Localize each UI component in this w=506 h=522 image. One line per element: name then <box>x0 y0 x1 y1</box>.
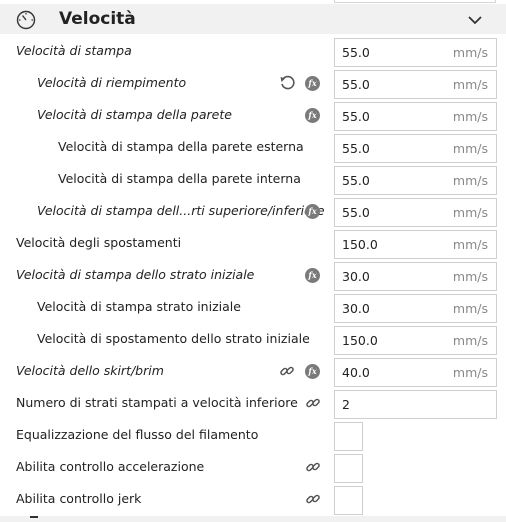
travel-speed-input[interactable]: 150.0 mm/s <box>334 230 497 259</box>
setting-label: Numero di strati stampati a velocità inf… <box>16 395 298 410</box>
setting-row-outer-wall-speed: Velocità di stampa della parete esterna … <box>0 131 506 163</box>
fx-icon[interactable]: fx <box>305 108 320 123</box>
section-header[interactable]: Velocità <box>0 4 506 34</box>
field-value: 2 <box>342 397 350 412</box>
next-section-header-edge <box>0 516 506 522</box>
wall-speed-input[interactable]: 55.0 mm/s <box>334 102 497 131</box>
field-unit: mm/s <box>452 173 488 188</box>
setting-label: Velocità degli spostamenti <box>16 235 182 250</box>
initial-layer-travel-speed-input[interactable]: 150.0 mm/s <box>334 326 497 355</box>
field-value: 55.0 <box>342 173 370 188</box>
setting-label: Abilita controllo accelerazione <box>16 459 205 474</box>
field-unit: mm/s <box>452 333 488 348</box>
field-unit: mm/s <box>452 365 488 380</box>
setting-row-print-speed: Velocità di stampa 55.0 mm/s <box>0 35 506 67</box>
fx-icon[interactable]: fx <box>305 204 320 219</box>
next-section-icon-edge <box>30 516 38 518</box>
fx-icon[interactable]: fx <box>305 268 320 283</box>
fx-icon[interactable]: fx <box>305 364 320 379</box>
setting-label: Velocità di stampa della parete esterna <box>58 139 304 154</box>
field-unit: mm/s <box>452 269 488 284</box>
setting-label: Velocità di stampa strato iniziale <box>37 299 241 314</box>
field-unit: mm/s <box>452 109 488 124</box>
field-unit: mm/s <box>452 205 488 220</box>
setting-row-wall-speed: Velocità di stampa della parete fx 55.0 … <box>0 99 506 131</box>
previous-field-edge <box>334 0 496 3</box>
field-value: 55.0 <box>342 205 370 220</box>
field-value: 55.0 <box>342 45 370 60</box>
section-title: Velocità <box>59 9 136 29</box>
link-icon[interactable] <box>279 363 295 379</box>
setting-label: Equalizzazione del flusso del filamento <box>16 427 259 442</box>
fx-icon[interactable]: fx <box>305 76 320 91</box>
setting-label: Abilita controllo jerk <box>16 491 142 506</box>
infill-speed-input[interactable]: 55.0 mm/s <box>334 70 497 99</box>
setting-row-skirt-brim-speed: Velocità dello skirt/brim fx 40.0 mm/s <box>0 355 506 387</box>
setting-label: Velocità di stampa della parete interna <box>58 171 301 186</box>
field-value: 40.0 <box>342 365 370 380</box>
setting-label: Velocità di stampa della parete <box>37 107 232 122</box>
field-value: 30.0 <box>342 301 370 316</box>
setting-row-initial-layer-print-speed: Velocità di stampa strato iniziale 30.0 … <box>0 291 506 323</box>
link-icon[interactable] <box>305 459 321 475</box>
setting-row-slower-layers: Numero di strati stampati a velocità inf… <box>0 387 506 419</box>
setting-label: Velocità dello skirt/brim <box>16 363 164 378</box>
setting-row-jerk-control: Abilita controllo jerk <box>0 483 506 515</box>
skirt-brim-speed-input[interactable]: 40.0 mm/s <box>334 358 497 387</box>
acceleration-control-checkbox[interactable] <box>334 454 363 483</box>
setting-row-inner-wall-speed: Velocità di stampa della parete interna … <box>0 163 506 195</box>
field-unit: mm/s <box>452 45 488 60</box>
field-value: 150.0 <box>342 237 378 252</box>
setting-row-flow-equalization: Equalizzazione del flusso del filamento <box>0 419 506 451</box>
setting-row-acceleration-control: Abilita controllo accelerazione <box>0 451 506 483</box>
setting-label: Velocità di stampa <box>16 43 132 58</box>
field-value: 150.0 <box>342 333 378 348</box>
setting-label: Velocità di stampa dell...rti superiore/… <box>37 203 325 218</box>
speedometer-icon <box>16 10 36 30</box>
setting-label: Velocità di stampa dello strato iniziale <box>16 267 255 282</box>
setting-row-infill-speed: Velocità di riempimento fx 55.0 mm/s <box>0 67 506 99</box>
field-value: 55.0 <box>342 109 370 124</box>
setting-row-initial-layer-travel-speed: Velocità di spostamento dello strato ini… <box>0 323 506 355</box>
field-unit: mm/s <box>452 77 488 92</box>
chevron-down-icon[interactable] <box>466 11 484 29</box>
topbottom-speed-input[interactable]: 55.0 mm/s <box>334 198 497 227</box>
slower-layers-input[interactable]: 2 <box>334 390 497 419</box>
setting-row-topbottom-speed: Velocità di stampa dell...rti superiore/… <box>0 195 506 227</box>
link-icon[interactable] <box>305 491 321 507</box>
field-unit: mm/s <box>452 301 488 316</box>
outer-wall-speed-input[interactable]: 55.0 mm/s <box>334 134 497 163</box>
field-unit: mm/s <box>452 237 488 252</box>
field-unit: mm/s <box>452 141 488 156</box>
initial-layer-print-speed-input[interactable]: 30.0 mm/s <box>334 294 497 323</box>
inner-wall-speed-input[interactable]: 55.0 mm/s <box>334 166 497 195</box>
reset-icon[interactable] <box>279 75 295 91</box>
link-icon[interactable] <box>305 395 321 411</box>
field-value: 55.0 <box>342 77 370 92</box>
setting-row-initial-layer-speed: Velocità di stampa dello strato iniziale… <box>0 259 506 291</box>
field-value: 55.0 <box>342 141 370 156</box>
setting-label: Velocità di spostamento dello strato ini… <box>37 331 310 346</box>
setting-label: Velocità di riempimento <box>37 75 187 90</box>
flow-equalization-checkbox[interactable] <box>334 422 363 451</box>
jerk-control-checkbox[interactable] <box>334 486 363 515</box>
print-speed-input[interactable]: 55.0 mm/s <box>334 38 497 67</box>
setting-row-travel-speed: Velocità degli spostamenti 150.0 mm/s <box>0 227 506 259</box>
field-value: 30.0 <box>342 269 370 284</box>
initial-layer-speed-input[interactable]: 30.0 mm/s <box>334 262 497 291</box>
